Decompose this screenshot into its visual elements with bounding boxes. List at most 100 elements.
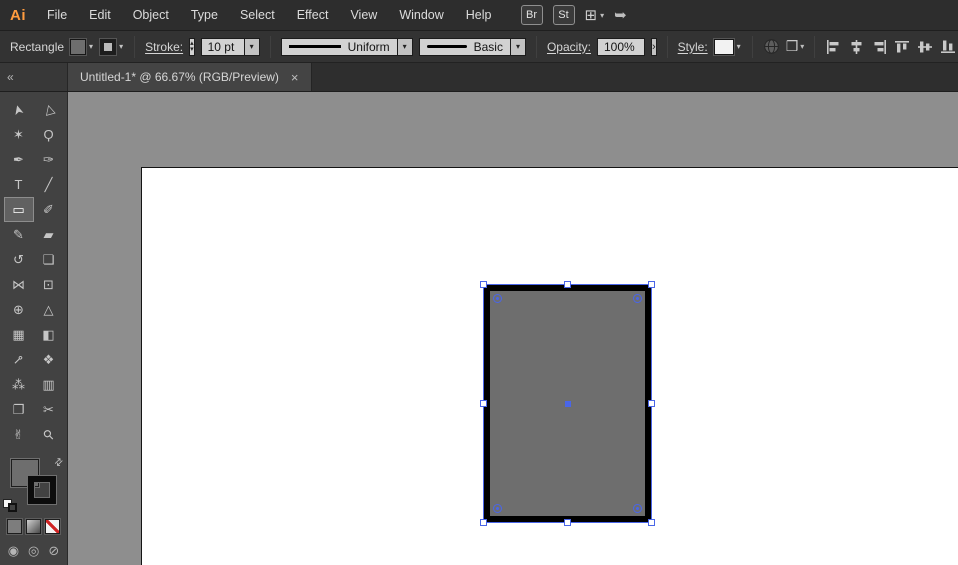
selection-handle-sw[interactable] [480,519,487,526]
chevron-down-icon: ▾ [119,42,124,51]
perspective-grid-tool[interactable]: △ [34,297,64,322]
align-right-button[interactable] [871,39,888,55]
free-transform-tool[interactable]: ⊡ [34,272,64,297]
swap-fill-stroke-icon[interactable]: ⇄ [52,456,66,470]
selection-handle-w[interactable] [480,399,487,407]
menu-item-window[interactable]: Window [388,0,454,30]
chevron-down-icon[interactable]: ▾ [510,37,526,56]
collapse-tools-panel-button[interactable]: « [0,63,68,91]
line-segment-icon: ╱ [44,176,53,192]
menu-item-effect[interactable]: Effect [286,0,340,30]
stepper-down-icon[interactable]: ▾ [190,46,194,53]
shape-builder-tool[interactable]: ⊕ [4,297,34,322]
fill-swatch[interactable] [70,38,87,55]
selection-handle-s[interactable] [563,519,571,526]
menu-item-help[interactable]: Help [455,0,503,30]
opacity-value-field[interactable]: 100% [596,37,645,56]
rotate-tool[interactable]: ↺ [4,247,34,272]
sync-icon[interactable]: ➥ [614,6,627,24]
stroke-proxy-swatch[interactable] [27,476,56,504]
blend-tool[interactable]: ❖ [34,347,64,372]
selected-rectangle[interactable] [480,281,655,526]
selection-handle-e[interactable] [648,399,655,407]
opacity-panel-link[interactable]: Opacity: [547,40,591,54]
stroke-panel-link[interactable]: Stroke: [145,40,183,54]
gradient-tool[interactable]: ◧ [34,322,64,347]
gradient-mode-button[interactable] [26,519,41,534]
align-center-button[interactable] [848,39,865,55]
menu-item-file[interactable]: File [36,0,78,30]
corner-widget-se[interactable] [633,504,642,513]
document-setup-button[interactable]: ❒ ▾ [786,38,805,55]
scale-tool[interactable]: ❏ [34,247,64,272]
hand-tool[interactable]: ✌ [4,422,34,447]
selection-handle-se[interactable] [648,519,655,526]
selection-handle-n[interactable] [563,281,571,288]
selection-handle-nw[interactable] [480,281,487,288]
menu-item-edit[interactable]: Edit [78,0,122,30]
symbol-sprayer-tool[interactable]: ⁂ [4,372,34,397]
corner-widget-ne[interactable] [633,294,642,303]
slice-tool[interactable]: ✂ [34,397,64,422]
type-tool[interactable]: T [4,172,34,197]
arrange-documents-button[interactable]: ⊞ ▾ [585,6,605,24]
curvature-tool[interactable]: ✑ [34,147,64,172]
chevron-down-icon[interactable]: ▾ [244,37,260,56]
stock-button[interactable]: St [552,5,575,25]
menu-item-view[interactable]: View [339,0,388,30]
paintbrush-tool[interactable]: ✐ [34,197,64,222]
center-point[interactable] [564,400,571,407]
pen-tool[interactable]: ✒ [4,147,34,172]
align-middle-button[interactable] [917,39,934,55]
chevron-down-icon[interactable]: ▾ [397,37,413,56]
selection-tool[interactable]: ➤ [4,97,34,122]
stroke-swatch[interactable] [100,38,117,55]
menu-item-object[interactable]: Object [122,0,180,30]
none-mode-button[interactable] [45,519,60,534]
brush-definition-select[interactable]: Basic ▾ [418,37,526,56]
canvas[interactable] [68,92,958,565]
eraser-tool[interactable]: ▰ [34,222,64,247]
stroke-weight-stepper[interactable]: ▴ ▾ [189,37,195,56]
corner-widget-nw[interactable] [493,294,502,303]
blend-icon: ❖ [42,351,55,367]
style-panel-link[interactable]: Style: [678,40,708,54]
draw-inside-icon[interactable]: ⊘ [48,543,59,559]
publish-online-button[interactable] [763,38,780,55]
shaper-tool[interactable]: ✎ [4,222,34,247]
direct-selection-tool[interactable]: ▷ [34,97,64,122]
lasso-tool[interactable]: Ϙ [34,122,64,147]
align-bottom-button[interactable] [940,39,957,55]
selection-handle-ne[interactable] [648,281,655,288]
close-icon[interactable]: × [291,71,299,84]
opacity-flyout-arrow[interactable]: › [650,37,657,56]
default-fill-stroke-button[interactable] [2,499,19,513]
draw-normal-icon[interactable]: ◉ [8,543,19,559]
document-tab[interactable]: Untitled-1* @ 66.67% (RGB/Preview) × [68,63,312,91]
zoom-tool[interactable]: ⚲ [34,422,64,447]
menu-item-type[interactable]: Type [180,0,229,30]
corner-widget-sw[interactable] [493,504,502,513]
eyedropper-tool[interactable]: ⊸ [4,347,34,372]
stroke-color-control[interactable]: ▾ [100,38,124,55]
magic-wand-tool[interactable]: ✶ [4,122,34,147]
artboard-tool[interactable]: ❐ [4,397,34,422]
menu-item-select[interactable]: Select [229,0,286,30]
style-swatch[interactable] [713,38,734,55]
zoom-icon: ⚲ [39,425,57,443]
fill-color-control[interactable]: ▾ [70,38,94,55]
line-segment-tool[interactable]: ╱ [34,172,64,197]
align-top-button[interactable] [894,39,911,55]
stroke-weight-value[interactable]: 10 pt [200,37,245,56]
width-tool[interactable]: ⋈ [4,272,34,297]
column-graph-tool[interactable]: ▥ [34,372,64,397]
mesh-tool[interactable]: ▦ [4,322,34,347]
stroke-profile-select[interactable]: Uniform ▾ [280,37,413,56]
draw-behind-icon[interactable]: ◎ [28,543,39,559]
stroke-weight-select[interactable]: 10 pt ▾ [200,37,260,56]
rectangle-tool[interactable]: ▭ [3,197,34,222]
align-left-button[interactable] [825,39,842,55]
bridge-button[interactable]: Br [520,5,543,25]
style-select[interactable]: ▾ [713,38,742,55]
color-mode-button[interactable] [7,519,22,534]
